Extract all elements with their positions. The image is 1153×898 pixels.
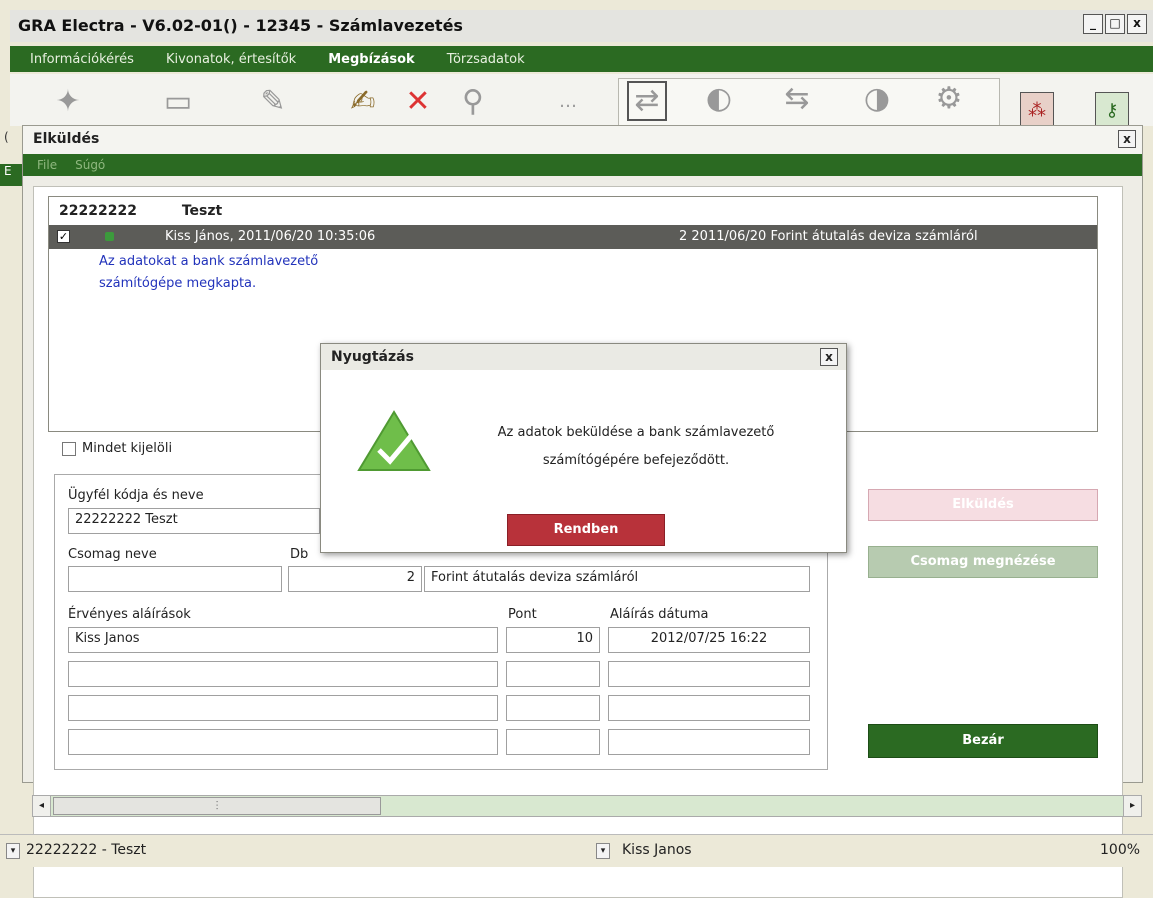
confirmation-message: Az adatok beküldése a bank számlavezető … bbox=[441, 419, 831, 475]
view-package-button[interactable]: Csomag megnézése bbox=[868, 546, 1098, 578]
list-message-line2: számítógépe megkapta. bbox=[99, 276, 257, 291]
count-field[interactable]: 2 bbox=[288, 566, 422, 592]
pin-icon[interactable]: ⁂ bbox=[1020, 92, 1054, 126]
confirmation-message-line1: Az adatok beküldése a bank számlavezető bbox=[497, 425, 775, 440]
menu-item-informaciokeres[interactable]: Információkérés bbox=[30, 52, 134, 67]
confirmation-message-line2: számítógépére befejeződött. bbox=[542, 453, 730, 468]
edge-char-bottom: E bbox=[0, 164, 24, 186]
scroll-left-icon[interactable]: ◂ bbox=[33, 796, 51, 816]
receive-icon[interactable]: ◑ bbox=[859, 81, 895, 117]
dialog-menu-file[interactable]: File bbox=[37, 158, 57, 172]
client-name: Teszt bbox=[181, 203, 223, 219]
send-package-icon[interactable]: ⇄ bbox=[627, 81, 667, 121]
ok-button[interactable]: Rendben bbox=[507, 514, 665, 546]
confirmation-close-button[interactable]: x bbox=[820, 348, 838, 366]
edge-char-top: ( bbox=[4, 130, 9, 144]
signature-date-field[interactable] bbox=[608, 695, 810, 721]
signature-name-field[interactable] bbox=[68, 729, 498, 755]
archive-icon[interactable]: ◐ bbox=[701, 81, 737, 117]
open-folder-icon[interactable]: ▭ bbox=[160, 84, 196, 120]
client-label: Ügyfél kódja és neve bbox=[68, 488, 204, 503]
minimize-button[interactable]: _ bbox=[1083, 14, 1103, 34]
client-id: 22222222 bbox=[59, 203, 137, 219]
signature-date-label: Aláírás dátuma bbox=[610, 607, 709, 622]
confirmation-dialog: Nyugtázás x Az adatok beküldése a bank s… bbox=[320, 343, 847, 553]
zoom-level: 100% bbox=[1100, 842, 1141, 858]
scroll-thumb[interactable]: ⫶ bbox=[53, 797, 381, 815]
edit-pencil-icon[interactable]: ✎ bbox=[255, 84, 291, 120]
package-row-checkbox[interactable]: ✓ bbox=[57, 230, 70, 243]
horizontal-scrollbar[interactable]: ◂ ⫶ ▸ bbox=[32, 795, 1142, 817]
close-window-button[interactable]: x bbox=[1127, 14, 1147, 34]
signature-name-field[interactable] bbox=[68, 661, 498, 687]
close-dialog-button[interactable]: Bezár bbox=[868, 724, 1098, 758]
client-dropdown-icon[interactable]: ▾ bbox=[6, 843, 20, 859]
send-dialog-menu: File Súgó bbox=[23, 154, 1142, 176]
select-all-checkbox[interactable] bbox=[62, 442, 76, 456]
signature-points-field[interactable] bbox=[506, 729, 600, 755]
package-type-field[interactable]: Forint átutalás deviza számláról bbox=[424, 566, 810, 592]
signature-date-field[interactable]: 2012/07/25 16:22 bbox=[608, 627, 810, 653]
status-client: 22222222 - Teszt bbox=[26, 842, 147, 858]
search-magnifier-icon[interactable]: ⚲ bbox=[455, 84, 491, 120]
package-name-field[interactable] bbox=[68, 566, 282, 592]
signature-points-field[interactable] bbox=[506, 661, 600, 687]
send-button[interactable]: Elküldés bbox=[868, 489, 1098, 521]
menu-item-kivonatok[interactable]: Kivonatok, értesítők bbox=[166, 52, 296, 67]
signature-points-field[interactable] bbox=[506, 695, 600, 721]
confirmation-title: Nyugtázás bbox=[321, 344, 846, 370]
send-dialog-close-button[interactable]: x bbox=[1118, 130, 1136, 148]
new-document-icon[interactable]: ✦ bbox=[50, 84, 86, 120]
window-title-bar: GRA Electra - V6.02-01() - 12345 - Száml… bbox=[10, 10, 1153, 42]
maximize-button[interactable]: □ bbox=[1105, 14, 1125, 34]
background-window-edge: ( E bbox=[0, 128, 24, 186]
signature-name-field[interactable] bbox=[68, 695, 498, 721]
signatures-label: Érvényes aláírások bbox=[68, 607, 191, 622]
main-menu-bar: Információkérés Kivonatok, értesítők Meg… bbox=[10, 46, 1153, 72]
package-list-header: 22222222 Teszt bbox=[49, 197, 1097, 225]
window-controls: _ □ x bbox=[1083, 14, 1147, 34]
delete-icon[interactable]: ✕ bbox=[400, 84, 436, 120]
count-label: Db bbox=[290, 547, 309, 562]
points-label: Pont bbox=[508, 607, 537, 622]
send-toolbar-group: ⇄ ◐ ⇆ ◑ ⚙ bbox=[618, 78, 1000, 128]
success-check-icon bbox=[357, 410, 431, 471]
package-signer: Kiss János, 2011/06/20 10:35:06 bbox=[165, 229, 376, 244]
client-field[interactable]: 22222222 Teszt bbox=[68, 508, 320, 534]
status-bar: ▾ 22222222 - Teszt ▾ Kiss Janos 100% bbox=[0, 834, 1153, 867]
more-icon[interactable]: … bbox=[550, 84, 586, 120]
transfer-icon[interactable]: ⇆ bbox=[779, 81, 815, 117]
user-dropdown-icon[interactable]: ▾ bbox=[596, 843, 610, 859]
status-user: Kiss Janos bbox=[622, 842, 692, 858]
window-title: GRA Electra - V6.02-01() - 12345 - Száml… bbox=[18, 16, 463, 35]
select-all-label: Mindet kijelöli bbox=[82, 441, 173, 456]
signature-date-field[interactable] bbox=[608, 661, 810, 687]
package-name-label: Csomag neve bbox=[68, 547, 157, 562]
signature-name-field[interactable]: Kiss Janos bbox=[68, 627, 498, 653]
scroll-right-icon[interactable]: ▸ bbox=[1123, 796, 1141, 816]
signature-date-field[interactable] bbox=[608, 729, 810, 755]
main-toolbar: ✦ ▭ ✎ ✍ ✕ ⚲ … ⇄ ◐ ⇆ ◑ ⚙ ⁂ ⚷ bbox=[10, 74, 1153, 128]
send-dialog-title: Elküldés bbox=[23, 126, 1142, 154]
status-dot-icon bbox=[105, 232, 114, 241]
menu-item-megbizasok[interactable]: Megbízások bbox=[328, 52, 414, 67]
process-icon[interactable]: ⚙ bbox=[931, 81, 967, 117]
menu-item-torzsadatok[interactable]: Törzsadatok bbox=[447, 52, 525, 67]
package-row[interactable]: ✓ Kiss János, 2011/06/20 10:35:06 2 2011… bbox=[49, 225, 1097, 249]
sign-icon[interactable]: ✍ bbox=[345, 84, 381, 120]
package-info: 2 2011/06/20 Forint átutalás deviza szám… bbox=[679, 229, 978, 244]
list-message-line1: Az adatokat a bank számlavezető bbox=[99, 254, 319, 269]
dialog-menu-help[interactable]: Súgó bbox=[75, 158, 105, 172]
signature-points-field[interactable]: 10 bbox=[506, 627, 600, 653]
key-icon[interactable]: ⚷ bbox=[1095, 92, 1129, 126]
